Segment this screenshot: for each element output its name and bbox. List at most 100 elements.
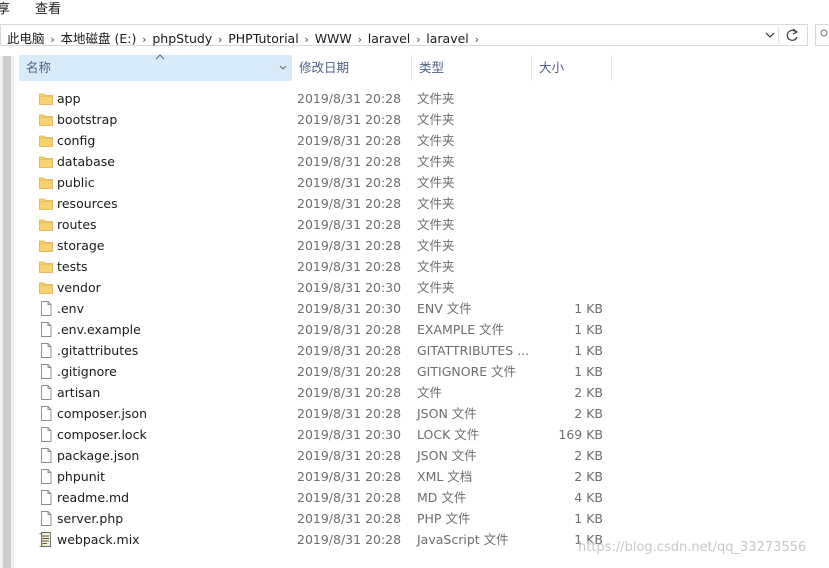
chevron-right-icon[interactable]: › bbox=[212, 33, 228, 46]
address-divider bbox=[778, 27, 779, 43]
file-row[interactable]: webpack.mix 2019/8/31 20:28 JavaScript 文件 1… bbox=[19, 529, 629, 550]
file-type: 文件夹 bbox=[417, 196, 455, 211]
ribbon-tab-share[interactable]: 享 bbox=[0, 0, 10, 17]
file-row[interactable]: public 2019/8/31 20:28 文件夹 bbox=[19, 172, 629, 193]
scrollbar-thumb[interactable] bbox=[3, 56, 11, 568]
crumb-laravel-parent[interactable]: laravel bbox=[368, 31, 411, 46]
file-size bbox=[531, 130, 603, 151]
ribbon-tab-view[interactable]: 查看 bbox=[35, 0, 61, 17]
file-size: 169 KB bbox=[558, 427, 603, 442]
file-name: readme.md bbox=[57, 490, 130, 505]
column-header-date[interactable]: 修改日期 bbox=[291, 55, 411, 81]
chevron-down-icon[interactable] bbox=[763, 27, 777, 43]
file-size: 2 KB bbox=[574, 406, 603, 421]
file-name: webpack.mix bbox=[57, 532, 140, 547]
chevron-down-icon[interactable] bbox=[278, 55, 288, 92]
file-size: 1 KB bbox=[574, 343, 603, 358]
crumb-phpstudy[interactable]: phpStudy bbox=[152, 31, 212, 46]
file-date: 2019/8/31 20:28 bbox=[297, 217, 402, 232]
file-row[interactable]: .env.example 2019/8/31 20:28 EXAMPLE 文件 1 K… bbox=[19, 319, 629, 340]
file-date: 2019/8/31 20:28 bbox=[297, 238, 402, 253]
file-row[interactable]: config 2019/8/31 20:28 文件夹 bbox=[19, 130, 629, 151]
navigation-pane-scrollbar[interactable] bbox=[0, 56, 14, 568]
file-date: 2019/8/31 20:28 bbox=[297, 175, 402, 190]
refresh-icon[interactable] bbox=[783, 26, 801, 44]
file-date: 2019/8/31 20:28 bbox=[297, 259, 402, 274]
file-row[interactable]: routes 2019/8/31 20:28 文件夹 bbox=[19, 214, 629, 235]
column-header-name[interactable]: 名称 bbox=[19, 54, 291, 81]
file-icon bbox=[39, 364, 53, 379]
file-date: 2019/8/31 20:28 bbox=[297, 343, 402, 358]
file-name: tests bbox=[57, 259, 88, 274]
file-size: 1 KB bbox=[574, 301, 603, 316]
script-file-icon bbox=[39, 532, 53, 547]
file-name: composer.json bbox=[57, 406, 148, 421]
file-row[interactable]: server.php 2019/8/31 20:28 PHP 文件 1 KB bbox=[19, 508, 629, 529]
file-row[interactable]: .gitignore 2019/8/31 20:28 GITIGNORE 文件 1 K… bbox=[19, 361, 629, 382]
ribbon-tabs: 享 查看 bbox=[0, 0, 829, 17]
folder-icon bbox=[39, 112, 53, 127]
file-row[interactable]: app 2019/8/31 20:28 文件夹 bbox=[19, 88, 629, 109]
file-row[interactable]: tests 2019/8/31 20:28 文件夹 bbox=[19, 256, 629, 277]
column-header-name-label: 名称 bbox=[26, 60, 52, 75]
file-type: 文件夹 bbox=[417, 112, 455, 127]
crumb-drive[interactable]: 本地磁盘 (E:) bbox=[61, 31, 137, 46]
column-divider[interactable] bbox=[611, 55, 612, 81]
file-size bbox=[531, 235, 603, 256]
file-type: JavaScript 文件 bbox=[417, 532, 509, 547]
file-name: app bbox=[57, 91, 81, 106]
file-row[interactable]: package.json 2019/8/31 20:28 JSON 文件 2 KB bbox=[19, 445, 629, 466]
column-header-size[interactable]: 大小 bbox=[531, 55, 611, 81]
file-name: artisan bbox=[57, 385, 101, 400]
file-size bbox=[531, 151, 603, 172]
file-type: LOCK 文件 bbox=[417, 427, 480, 442]
file-row[interactable]: database 2019/8/31 20:28 文件夹 bbox=[19, 151, 629, 172]
file-type: GITIGNORE 文件 bbox=[417, 364, 517, 379]
folder-icon bbox=[39, 133, 53, 148]
crumb-www[interactable]: WWW bbox=[315, 31, 352, 46]
file-row[interactable]: composer.lock 2019/8/31 20:30 LOCK 文件 169 K… bbox=[19, 424, 629, 445]
address-bar[interactable]: 此电脑 › 本地磁盘 (E:) › phpStudy › PHPTutorial › WWW › l… bbox=[0, 24, 808, 46]
file-date: 2019/8/31 20:28 bbox=[297, 511, 402, 526]
file-name: routes bbox=[57, 217, 97, 232]
file-type: 文件 bbox=[417, 385, 443, 400]
chevron-right-icon[interactable]: › bbox=[45, 33, 61, 46]
file-type: 文件夹 bbox=[417, 91, 455, 106]
file-date: 2019/8/31 20:28 bbox=[297, 322, 402, 337]
file-type: 文件夹 bbox=[417, 259, 455, 274]
crumb-this-pc[interactable]: 此电脑 bbox=[7, 31, 45, 46]
folder-icon bbox=[39, 154, 53, 169]
file-type: EXAMPLE 文件 bbox=[417, 322, 505, 337]
file-date: 2019/8/31 20:28 bbox=[297, 532, 402, 547]
file-row[interactable]: readme.md 2019/8/31 20:28 MD 文件 4 KB bbox=[19, 487, 629, 508]
column-header-type[interactable]: 类型 bbox=[411, 55, 531, 81]
file-date: 2019/8/31 20:30 bbox=[297, 301, 402, 316]
file-row[interactable]: phpunit 2019/8/31 20:28 XML 文档 2 KB bbox=[19, 466, 629, 487]
file-type: 文件夹 bbox=[417, 217, 455, 232]
chevron-right-icon[interactable]: › bbox=[136, 33, 152, 46]
file-row[interactable]: artisan 2019/8/31 20:28 文件 2 KB bbox=[19, 382, 629, 403]
file-type: XML 文档 bbox=[417, 469, 473, 484]
chevron-right-icon[interactable]: › bbox=[352, 33, 368, 46]
file-icon bbox=[39, 448, 53, 463]
crumb-laravel-current[interactable]: laravel bbox=[426, 31, 469, 46]
file-row[interactable]: composer.json 2019/8/31 20:28 JSON 文件 2 KB bbox=[19, 403, 629, 424]
chevron-right-icon[interactable]: › bbox=[410, 33, 426, 46]
file-row[interactable]: .gitattributes 2019/8/31 20:28 GITATTRIBUT… bbox=[19, 340, 629, 361]
chevron-right-icon[interactable]: › bbox=[299, 33, 315, 46]
file-row[interactable]: bootstrap 2019/8/31 20:28 文件夹 bbox=[19, 109, 629, 130]
search-box[interactable] bbox=[815, 24, 829, 46]
file-size bbox=[531, 88, 603, 109]
file-row[interactable]: .env 2019/8/31 20:30 ENV 文件 1 KB bbox=[19, 298, 629, 319]
file-size: 1 KB bbox=[574, 511, 603, 526]
folder-icon bbox=[39, 259, 53, 274]
file-row[interactable]: storage 2019/8/31 20:28 文件夹 bbox=[19, 235, 629, 256]
file-row[interactable]: vendor 2019/8/31 20:30 文件夹 bbox=[19, 277, 629, 298]
file-row[interactable]: resources 2019/8/31 20:28 文件夹 bbox=[19, 193, 629, 214]
crumb-phptutorial[interactable]: PHPTutorial bbox=[228, 31, 298, 46]
chevron-right-icon[interactable]: › bbox=[469, 33, 485, 46]
file-size bbox=[531, 109, 603, 130]
file-icon bbox=[39, 322, 53, 337]
file-date: 2019/8/31 20:28 bbox=[297, 385, 402, 400]
file-size: 2 KB bbox=[574, 448, 603, 463]
